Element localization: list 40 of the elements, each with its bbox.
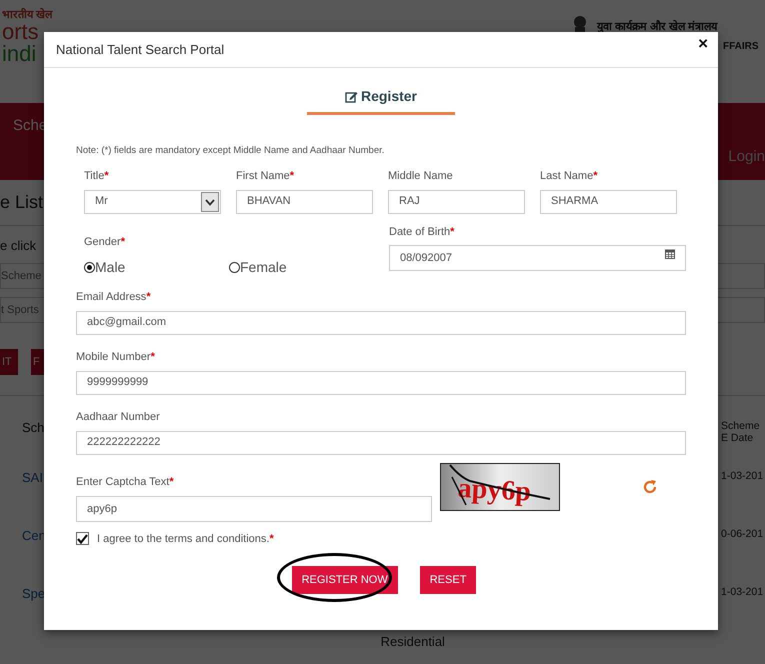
form-button[interactable]: REGISTER NOW	[292, 566, 398, 594]
window-title: National Talent Search Portal	[56, 41, 224, 59]
input-field[interactable]: RAJ	[388, 190, 525, 214]
field-label: Date of Birth*	[389, 226, 456, 240]
chevron-icon	[201, 192, 219, 212]
calendar-icon	[665, 249, 675, 259]
note-text: Note: (*) fields are mandatory except Middle Name and Aadhaar Number.	[76, 145, 386, 156]
logo-text: भारतीय खेल	[2, 10, 52, 21]
field-label: Mobile Number*	[76, 351, 156, 365]
captcha-field[interactable]: apy6p	[76, 496, 432, 522]
title-select[interactable]: Mr	[84, 190, 221, 214]
input-field[interactable]: BHAVAN	[236, 190, 373, 214]
field-label: Aadhaar Number	[76, 411, 161, 425]
table-cell: Residential	[380, 634, 445, 649]
table-cell-text: 1-03-201	[721, 469, 764, 482]
checkbox[interactable]	[76, 532, 89, 545]
ministry-name: FFAIRS	[723, 41, 759, 52]
hint-text: e click	[0, 238, 36, 253]
refresh-icon	[642, 479, 658, 495]
logo-text: indi	[2, 43, 36, 65]
date-field[interactable]: 08/092007	[389, 245, 686, 271]
field-label: Enter Captcha Text*	[76, 476, 175, 490]
column-header: Sch	[21, 420, 46, 435]
input-field[interactable]: 9999999999	[76, 371, 686, 395]
input-field[interactable]: abc@gmail.com	[76, 311, 686, 335]
table-cell-text: 1-03-201	[721, 585, 764, 598]
input-field[interactable]: 222222222222	[76, 431, 686, 455]
field-label: I agree to the terms and conditions.*	[97, 532, 274, 544]
input-field[interactable]: SHARMA	[540, 190, 677, 214]
form-button[interactable]: RESET	[420, 566, 476, 594]
logo-text: orts	[2, 21, 39, 43]
edit-icon	[344, 90, 358, 102]
radio-option[interactable]: Male	[84, 259, 229, 275]
radio-option[interactable]: Female	[229, 259, 287, 275]
field-label: Gender*	[84, 236, 126, 250]
register-tab[interactable]: Register	[307, 88, 455, 115]
column-header: Scheme E Date	[721, 420, 761, 444]
table-cell-text: 0-06-201	[721, 527, 764, 540]
field-label: Email Address*	[76, 291, 152, 305]
close-button[interactable]: ×	[698, 32, 708, 52]
